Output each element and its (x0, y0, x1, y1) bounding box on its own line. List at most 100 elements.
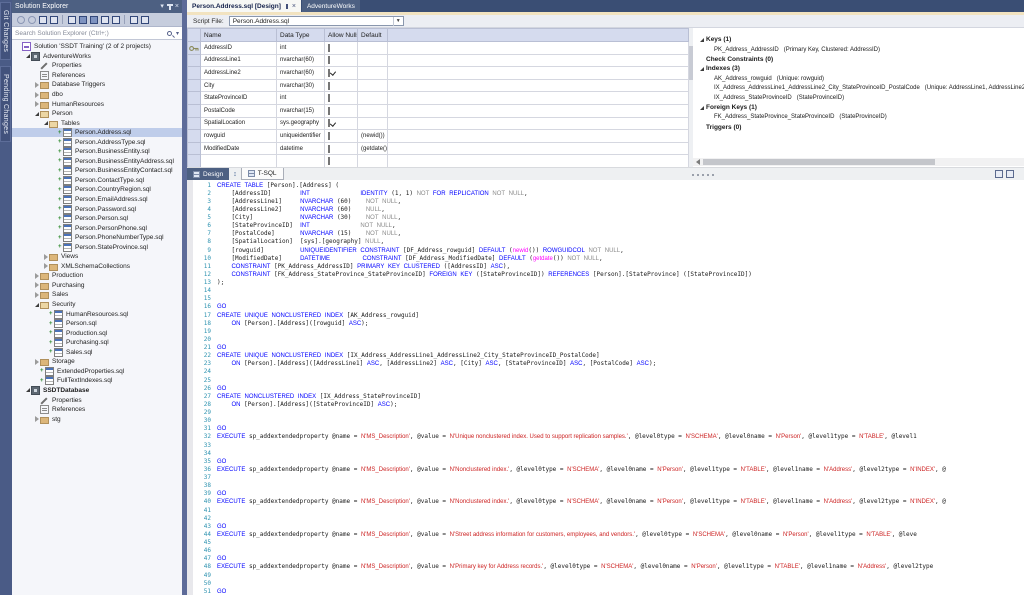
tree-item-production[interactable]: Production (12, 271, 182, 281)
grid-row-modifieddate[interactable]: ModifiedDatedatetime(getdate()) (188, 142, 689, 155)
cell-default[interactable] (358, 104, 388, 117)
expander-closed-icon[interactable] (33, 92, 40, 98)
tree-item-security[interactable]: Security (12, 300, 182, 310)
allow-nulls-checkbox[interactable] (328, 82, 330, 90)
tree-item-person-contacttype-sql[interactable]: +Person.ContactType.sql (12, 176, 182, 186)
tree-item-person[interactable]: Person (12, 109, 182, 119)
expander-open-icon[interactable] (698, 106, 706, 110)
tab-person-address-design[interactable]: Person.Address.sql [Design] × (187, 0, 301, 12)
cell-data-type[interactable]: datetime (277, 142, 325, 155)
column-header-name[interactable]: Name (201, 29, 277, 42)
refresh-icon[interactable] (90, 16, 98, 24)
chevron-down-icon[interactable]: ▼ (393, 17, 403, 26)
back-icon[interactable] (17, 16, 25, 24)
row-selector[interactable] (188, 54, 201, 67)
column-header-default[interactable]: Default (358, 29, 388, 42)
cell-default[interactable]: (newid()) (358, 130, 388, 143)
tree-item-dbo[interactable]: dbo (12, 90, 182, 100)
expander-closed-icon[interactable] (33, 292, 40, 298)
tree-item-humanresources[interactable]: HumanResources (12, 99, 182, 109)
scroll-left-icon[interactable] (696, 159, 700, 165)
tree-item-ssdtdatabase[interactable]: SSDTDatabase (12, 386, 182, 396)
cell-data-type[interactable]: uniqueidentifier (277, 130, 325, 143)
pane-item-fk_address_stateprovince_stateprovinceid[interactable]: FK_Address_StateProvince_StateProvinceID… (693, 113, 1024, 123)
search-input[interactable]: Search Solution Explorer (Ctrl+;) (15, 30, 167, 37)
tree-item-sales[interactable]: Sales (12, 290, 182, 300)
cell-default[interactable] (358, 155, 388, 168)
expander-open-icon[interactable] (24, 388, 31, 392)
splitter-handle[interactable] (692, 174, 714, 176)
properties-icon[interactable] (130, 16, 138, 24)
tree-item-person-phonenumbertype-sql[interactable]: +Person.PhoneNumberType.sql (12, 233, 182, 243)
row-selector[interactable] (188, 67, 201, 80)
tree-item-person-businessentityaddress-sql[interactable]: +Person.BusinessEntityAddress.sql (12, 157, 182, 167)
tree-item-person-emailaddress-sql[interactable]: +Person.EmailAddress.sql (12, 195, 182, 205)
section-indexes[interactable]: Indexes (3) (693, 64, 1024, 74)
close-icon[interactable]: × (292, 3, 296, 10)
pin-icon[interactable] (286, 4, 288, 9)
search-options-chevron-icon[interactable]: ▾ (176, 30, 179, 37)
script-file-combobox[interactable]: Person.Address.sql ▼ (229, 16, 404, 26)
tree-item-fulltextindexes-sql[interactable]: +FullTextIndexes.sql (12, 376, 182, 386)
cell-data-type[interactable]: nvarchar(15) (277, 104, 325, 117)
tree-item-person-personphone-sql[interactable]: +Person.PersonPhone.sql (12, 223, 182, 233)
forward-icon[interactable] (28, 16, 36, 24)
tree-item-xmlschemacollections[interactable]: XMLSchemaCollections (12, 262, 182, 272)
grid-row-addressid[interactable]: AddressIDint (188, 42, 689, 55)
allow-nulls-checkbox[interactable] (328, 56, 330, 64)
grid-row-empty[interactable] (188, 155, 689, 168)
pane-item-ak_address_rowguid[interactable]: AK_Address_rowguid(Unique: rowguid) (693, 74, 1024, 84)
tree-item-references[interactable]: References (12, 405, 182, 415)
tree-item-person-addresstype-sql[interactable]: +Person.AddressType.sql (12, 137, 182, 147)
tree-item-storage[interactable]: Storage (12, 357, 182, 367)
tree-item-adventureworks[interactable]: AdventureWorks (12, 52, 182, 62)
tab-tsql[interactable]: T-SQL (241, 168, 284, 180)
grid-row-rowguid[interactable]: rowguiduniqueidentifier (newid()) (188, 130, 689, 143)
pane-item-ix_address_stateprovinceid[interactable]: IX_Address_StateProvinceID(StateProvince… (693, 93, 1024, 103)
columns-grid[interactable]: NameData TypeAllow NullsDefaultAddressID… (187, 28, 689, 168)
expander-open-icon[interactable] (33, 303, 40, 307)
scrollbar-thumb[interactable] (703, 159, 935, 165)
cell-default[interactable] (358, 67, 388, 80)
row-selector[interactable] (188, 130, 201, 143)
cell-data-type[interactable]: nvarchar(60) (277, 54, 325, 67)
sync-with-active-document-icon[interactable] (79, 16, 87, 24)
split-vertical-icon[interactable] (1006, 170, 1014, 178)
cell-name[interactable]: PostalCode (201, 104, 277, 117)
show-all-files-icon[interactable] (112, 16, 120, 24)
allow-nulls-checkbox[interactable] (328, 44, 330, 52)
expander-open-icon[interactable] (24, 54, 31, 58)
expander-open-icon[interactable] (698, 67, 706, 71)
cell-data-type[interactable]: int (277, 42, 325, 55)
tree-item-person-stateprovince-sql[interactable]: +Person.StateProvince.sql (12, 242, 182, 252)
cell-name[interactable]: rowguid (201, 130, 277, 143)
tree-item-properties[interactable]: Properties (12, 61, 182, 71)
cell-default[interactable] (358, 54, 388, 67)
expander-open-icon[interactable] (33, 112, 40, 116)
tree-item-humanresources-sql[interactable]: +HumanResources.sql (12, 309, 182, 319)
tree-item-sales-sql[interactable]: +Sales.sql (12, 348, 182, 358)
allow-nulls-checkbox[interactable] (328, 132, 330, 140)
tree-item-person-address-sql[interactable]: +Person.Address.sql (12, 128, 182, 138)
tree-item-person-businessentity-sql[interactable]: +Person.BusinessEntity.sql (12, 147, 182, 157)
tree-item-person-businessentitycontact-sql[interactable]: +Person.BusinessEntityContact.sql (12, 166, 182, 176)
expander-closed-icon[interactable] (33, 359, 40, 365)
tree-item-person-password-sql[interactable]: +Person.Password.sql (12, 204, 182, 214)
tree-item-properties[interactable]: Properties (12, 395, 182, 405)
cell-name[interactable]: AddressID (201, 42, 277, 55)
grid-row-spatiallocation[interactable]: SpatialLocationsys.geography (188, 117, 689, 130)
grid-row-stateprovinceid[interactable]: StateProvinceIDint (188, 92, 689, 105)
cell-data-type[interactable]: int (277, 92, 325, 105)
cell-name[interactable]: StateProvinceID (201, 92, 277, 105)
cell-name[interactable]: City (201, 79, 277, 92)
tree-item-person-sql[interactable]: +Person.sql (12, 319, 182, 329)
primary-key-icon[interactable] (188, 42, 201, 55)
tree-item-production-sql[interactable]: +Production.sql (12, 328, 182, 338)
tab-pending-changes[interactable]: Pending Changes (0, 66, 11, 142)
sql-code-editor[interactable]: 1CREATE TABLE [Person].[Address] (2 [Add… (187, 180, 1024, 595)
row-selector[interactable] (188, 155, 201, 168)
switch-views-icon[interactable] (50, 16, 58, 24)
cell-default[interactable] (358, 117, 388, 130)
expander-closed-icon[interactable] (33, 82, 40, 88)
tree-item-purchasing-sql[interactable]: +Purchasing.sql (12, 338, 182, 348)
